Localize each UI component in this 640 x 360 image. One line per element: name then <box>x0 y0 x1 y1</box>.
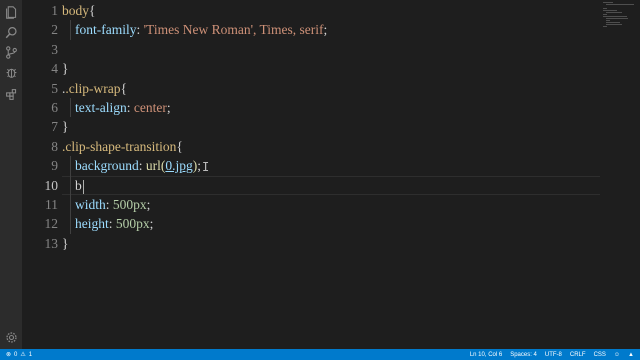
code-line-2: font-family: 'Times New Roman', Times, s… <box>75 20 327 39</box>
code-line-8: .clip-shape-transition{ <box>62 137 183 156</box>
css-selector: .clip-shape-transition <box>62 138 177 154</box>
line-number: 8 <box>51 138 58 154</box>
extensions-icon[interactable] <box>3 86 19 102</box>
css-selector: .clip-wrap <box>65 80 121 96</box>
line-number: 13 <box>44 235 59 251</box>
colon: : <box>105 197 113 212</box>
status-bar: ⊗ 0 ⚠ 1 Ln 10, Col 6 Spaces: 4 UTF-8 CRL… <box>0 349 640 360</box>
brace: } <box>62 119 69 135</box>
file-link[interactable]: 0.jpg <box>165 158 192 173</box>
brace: } <box>62 61 69 77</box>
minimap-line <box>603 2 613 3</box>
brace: { <box>176 138 183 154</box>
code-line-7: } <box>62 117 68 136</box>
encoding-setting[interactable]: UTF-8 <box>545 352 562 358</box>
minimap-line <box>603 10 617 11</box>
minimap-line <box>606 4 634 5</box>
css-property: font-family <box>75 22 137 38</box>
error-count: 0 <box>14 351 18 358</box>
line-number-gutter: 1 2 3 4 5 6 7 8 9 10 11 12 13 <box>22 0 62 349</box>
colon: : <box>126 100 134 115</box>
minimap-line <box>603 8 607 9</box>
code-line-5: ..clip-wrap{ <box>62 79 127 98</box>
minimap-line <box>606 12 622 13</box>
line-number: 5 <box>51 80 58 96</box>
text-cursor <box>82 179 84 194</box>
css-property: background <box>75 158 139 174</box>
line-number: 2 <box>51 22 58 38</box>
css-number: 500px <box>112 197 147 212</box>
css-value: , Times, serif <box>253 22 324 38</box>
smiley-feedback-icon[interactable]: ☺ <box>614 352 620 358</box>
typed-text: b <box>75 177 82 193</box>
minimap-line <box>603 26 607 27</box>
minimap-line <box>603 16 627 17</box>
line-number: 3 <box>51 41 58 57</box>
debug-icon[interactable] <box>3 64 19 80</box>
source-control-icon[interactable] <box>3 44 19 60</box>
warning-count: 1 <box>28 351 33 358</box>
code-line-13: } <box>62 234 68 253</box>
css-value: center <box>133 100 167 115</box>
css-property: width <box>75 197 106 212</box>
code-line-12: height: 500px; <box>75 214 153 233</box>
line-number: 4 <box>51 61 58 77</box>
css-property: height <box>75 216 109 232</box>
brace: } <box>62 235 69 251</box>
code-editor[interactable]: 1 2 3 4 5 6 7 8 9 10 11 12 13 body{ font… <box>22 0 640 349</box>
colon: : <box>108 216 116 232</box>
status-bar-right: Ln 10, Col 6 Spaces: 4 UTF-8 CRLF CSS ☺ … <box>470 349 634 360</box>
indent-guide <box>70 98 71 118</box>
code-line-9: background: url(0.jpg); <box>75 156 201 175</box>
css-selector: body <box>62 3 89 18</box>
indent-guide <box>70 20 71 40</box>
css-number: 500px <box>115 216 150 232</box>
warning-icon: ⚠ <box>20 352 26 358</box>
colon: : <box>136 22 144 38</box>
cursor-position[interactable]: Ln 10, Col 6 <box>470 352 502 358</box>
code-line-1: body{ <box>62 1 95 20</box>
settings-gear-icon[interactable] <box>3 329 19 345</box>
minimap-line <box>606 20 610 21</box>
line-number: 1 <box>51 3 58 18</box>
code-line-4: } <box>62 59 68 78</box>
files-icon[interactable] <box>3 4 19 20</box>
line-number-active: 10 <box>44 177 59 193</box>
minimap-line <box>606 24 622 25</box>
css-function: url( <box>145 158 166 174</box>
colon: : <box>138 158 146 174</box>
language-mode[interactable]: CSS <box>594 352 606 358</box>
semicolon: ; <box>166 100 171 115</box>
semicolon: ; <box>149 216 154 232</box>
activity-bar <box>0 0 22 349</box>
line-number: 7 <box>51 119 58 135</box>
semicolon: ; <box>146 197 151 212</box>
brace: { <box>89 3 96 18</box>
brace: { <box>120 80 127 96</box>
search-icon[interactable] <box>3 24 19 40</box>
minimap-line <box>603 14 607 15</box>
code-line-11: width: 500px; <box>75 195 150 214</box>
line-number: 11 <box>45 197 58 212</box>
code-text-area[interactable]: body{ font-family: 'Times New Roman', Ti… <box>62 0 600 349</box>
minimap-line <box>606 22 620 23</box>
minimap[interactable] <box>600 0 640 40</box>
error-icon: ⊗ <box>6 352 12 358</box>
line-number: 12 <box>44 216 59 232</box>
semicolon: ; <box>197 158 202 174</box>
semicolon: ; <box>323 22 328 38</box>
minimap-line <box>606 18 628 19</box>
line-number: 9 <box>51 158 58 174</box>
code-line-10: b <box>75 176 84 195</box>
css-property: text-align <box>75 100 127 115</box>
eol-setting[interactable]: CRLF <box>570 352 586 358</box>
code-line-6: text-align: center; <box>75 98 171 117</box>
indentation-setting[interactable]: Spaces: 4 <box>510 352 537 358</box>
problems-indicator[interactable]: ⊗ 0 ⚠ 1 <box>6 349 32 360</box>
mouse-ibeam-cursor-icon: I <box>202 160 210 174</box>
line-number: 6 <box>51 100 58 115</box>
css-string: 'Times New Roman' <box>143 22 253 38</box>
indent-guide <box>70 156 71 234</box>
notification-bell-icon[interactable]: ▲ <box>628 352 634 358</box>
